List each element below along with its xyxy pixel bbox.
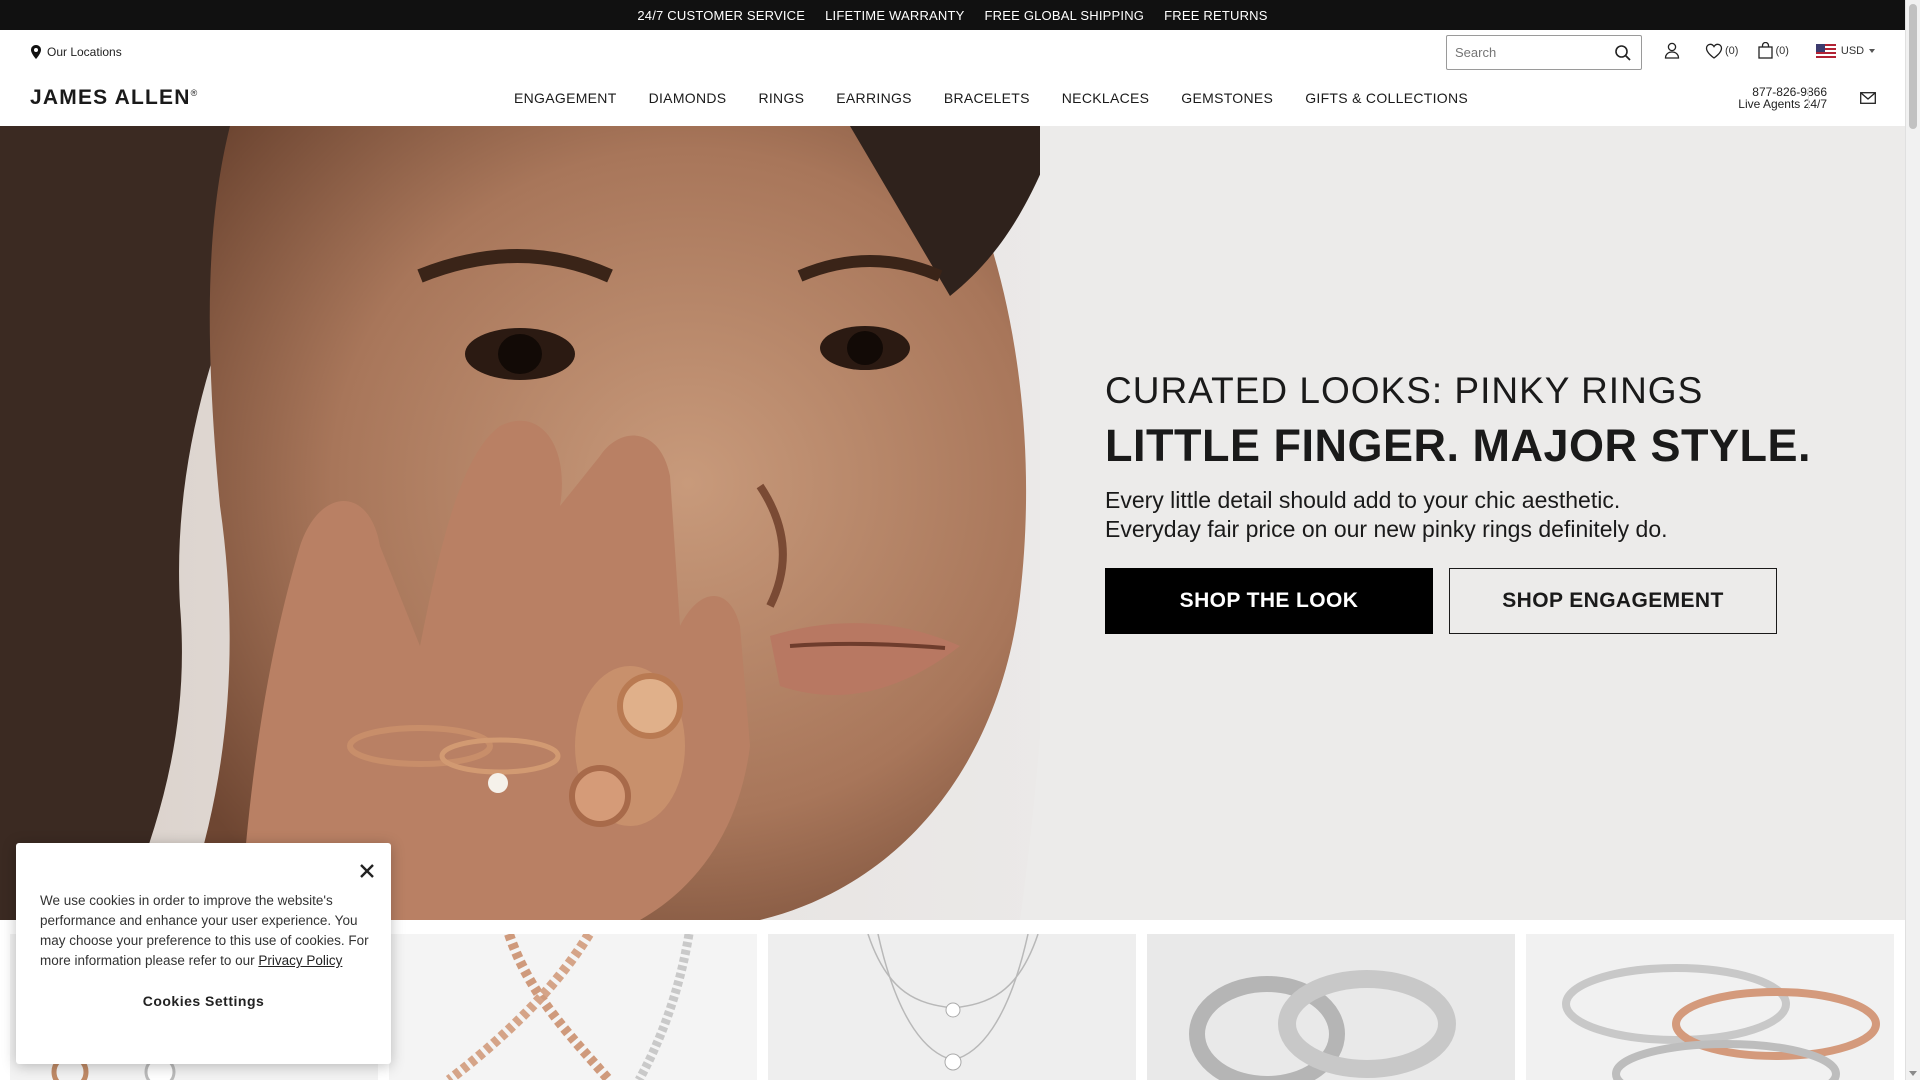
currency-selector[interactable]: USD [1815,43,1876,58]
phone-contact[interactable]: 877-826-9866 Live Agents 24/7 [1738,86,1827,110]
page-scrollbar[interactable] [1905,0,1920,1080]
search-icon[interactable] [1614,44,1632,62]
bracelets-image [389,934,757,1080]
shop-the-look-button[interactable]: SHOP THE LOOK [1105,568,1433,634]
category-tile-bracelets[interactable] [389,934,757,1080]
heart-icon [1705,43,1723,59]
nav-item-engagement[interactable]: ENGAGEMENT [514,90,617,106]
wishlist-button[interactable]: (0) [1705,43,1738,59]
site-header: Our Locations JAMES ALLEN® Search (0) (0… [0,30,1905,126]
promo-item-shipping[interactable]: FREE GLOBAL SHIPPING [985,8,1145,23]
promo-item-returns[interactable]: FREE RETURNS [1164,8,1268,23]
hero-subtext-line-1: Every little detail should add to your c… [1105,487,1621,513]
nav-item-gifts-collections[interactable]: GIFTS & COLLECTIONS [1305,90,1468,106]
search-box [1446,35,1642,70]
logo-text: JAMES ALLEN [30,86,191,109]
nav-item-diamonds[interactable]: DIAMONDS [649,90,727,106]
necklaces-image [768,934,1136,1080]
shop-engagement-button[interactable]: SHOP ENGAGEMENT [1449,568,1777,634]
us-flag-icon [1815,43,1836,58]
search-input[interactable] [1455,45,1605,60]
scroll-down-arrow-icon[interactable] [1909,1071,1917,1076]
nav-item-gemstones[interactable]: GEMSTONES [1181,90,1273,106]
wedding-bands-image [1526,934,1894,1080]
cart-count: (0) [1775,44,1789,57]
nav-item-bracelets[interactable]: BRACELETS [944,90,1030,106]
category-tile-wedding-bands[interactable] [1526,934,1894,1080]
hero-banner: CURATED LOOKS: PINKY RINGS LITTLE FINGER… [0,126,1905,920]
wishlist-count: (0) [1725,44,1739,57]
promo-item-warranty[interactable]: LIFETIME WARRANTY [825,8,964,23]
category-tile-necklaces[interactable] [768,934,1136,1080]
close-icon[interactable] [359,863,375,879]
shopping-bag-icon [1758,42,1774,59]
hero-subtext: Every little detail should add to your c… [1105,486,1865,544]
hero-text: CURATED LOOKS: PINKY RINGS LITTLE FINGER… [1105,370,1865,544]
nav-item-earrings[interactable]: EARRINGS [836,90,912,106]
live-agents-label: Live Agents 24/7 [1738,97,1827,111]
category-tile-rings[interactable] [1147,934,1515,1080]
promo-item-customer-service[interactable]: 24/7 CUSTOMER SERVICE [637,8,805,23]
promo-bar: 24/7 CUSTOMER SERVICE LIFETIME WARRANTY … [0,0,1905,30]
header-divider [1808,88,1809,110]
james-allen-logo[interactable]: JAMES ALLEN® [30,86,198,110]
scrollbar-thumb[interactable] [1909,4,1917,129]
account-button[interactable] [1664,42,1680,59]
logo-registered-mark: ® [190,88,199,98]
cookies-settings-button[interactable]: Cookies Settings [16,993,391,1009]
hero-eyebrow: CURATED LOOKS: PINKY RINGS [1105,370,1704,411]
nav-item-necklaces[interactable]: NECKLACES [1062,90,1150,106]
our-locations-label: Our Locations [47,45,122,59]
page: 24/7 CUSTOMER SERVICE LIFETIME WARRANTY … [0,0,1920,1080]
cart-button[interactable]: (0) [1758,42,1789,59]
cookie-text: We use cookies in order to improve the w… [40,891,370,971]
mail-icon[interactable] [1860,92,1876,104]
chevron-down-icon [1869,48,1876,53]
hero-cta-row: SHOP THE LOOK SHOP ENGAGEMENT [1105,568,1777,634]
hero-headline: LITTLE FINGER. MAJOR STYLE. [1105,420,1812,471]
hero-subtext-line-2: Everyday fair price on our new pinky rin… [1105,516,1668,542]
cookie-consent-banner: We use cookies in order to improve the w… [16,843,391,1064]
currency-label: USD [1840,44,1865,57]
main-navigation: ENGAGEMENT DIAMONDS RINGS EARRINGS BRACE… [514,90,1468,106]
our-locations-link[interactable]: Our Locations [30,45,122,59]
location-pin-icon [31,45,41,59]
rings-image [1147,934,1515,1080]
nav-item-rings[interactable]: RINGS [758,90,804,106]
header-utility-icons: (0) (0) USD [1664,42,1876,59]
user-icon [1664,42,1680,59]
privacy-policy-link[interactable]: Privacy Policy [258,953,342,968]
